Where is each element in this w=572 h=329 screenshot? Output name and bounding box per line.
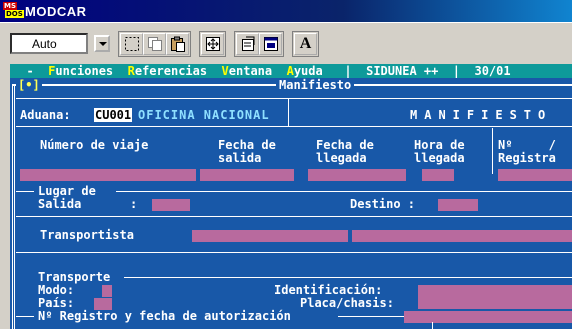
lugar-de-label: Lugar de — [38, 184, 96, 198]
aduana-code[interactable]: CU001 — [94, 108, 133, 122]
edit-button-group — [118, 30, 191, 57]
placa-chasis-field[interactable] — [404, 311, 572, 323]
registro-divider-bottom — [432, 322, 433, 329]
col-hora-llegada-line1: Hora de — [414, 138, 465, 152]
menu-item-funciones[interactable]: unciones — [55, 64, 113, 78]
col-fecha-llegada-line2: llegada — [316, 151, 367, 165]
properties-button-group — [234, 30, 284, 57]
fecha-llegada-field[interactable] — [308, 169, 406, 181]
menu-item-ayuda[interactable]: yuda — [294, 64, 323, 78]
transportista-name-field[interactable] — [352, 230, 572, 242]
pais-label: País: — [38, 296, 75, 310]
menu-hotkey-referencias[interactable]: R — [128, 64, 135, 78]
modo-label: Modo: — [38, 283, 75, 297]
col-num-registro-line1: Nº / — [498, 138, 556, 152]
salida-colon: : — [130, 197, 138, 211]
font-button[interactable]: A — [294, 32, 317, 55]
numero-viaje-field[interactable] — [20, 169, 196, 181]
salida-label: Salida — [38, 197, 82, 211]
window-title: MODCAR — [25, 3, 87, 19]
fullscreen-icon — [205, 36, 220, 51]
identificacion-label: Identificación: — [274, 283, 383, 297]
title-bar: MS DOS MODCAR — [0, 0, 572, 22]
window-marker[interactable]: [•] — [16, 78, 42, 92]
menu-item-ventana[interactable]: entana — [229, 64, 272, 78]
registro-line-right — [338, 316, 404, 317]
mark-button[interactable] — [120, 32, 143, 55]
registro-divider — [492, 128, 493, 174]
col-num-registro-line2: Registra — [498, 151, 556, 165]
fullscreen-button-group — [199, 30, 226, 57]
col-fecha-salida-line2: salida — [218, 151, 262, 165]
paste-button[interactable] — [166, 32, 189, 55]
destino-label: Destino : — [350, 197, 416, 211]
background-icon — [263, 36, 278, 51]
lugar-line-right — [116, 191, 572, 192]
font-size-select[interactable]: Auto — [10, 33, 88, 54]
terminal-screen[interactable]: - Funciones Referencias Ventana Ayuda | … — [10, 64, 572, 329]
transporte-label: Transporte — [38, 270, 111, 284]
transporte-line-right — [124, 277, 572, 278]
background-button[interactable] — [259, 32, 282, 55]
msdos-app-icon[interactable]: MS DOS — [3, 2, 24, 20]
system-name: SIDUNEA ++ — [366, 64, 439, 78]
menu-bar: - Funciones Referencias Ventana Ayuda | … — [10, 64, 572, 78]
fullscreen-button[interactable] — [201, 32, 224, 55]
document-heading: MANIFIESTO — [410, 108, 553, 122]
date-display: 30/01 — [474, 64, 511, 78]
aduana-name: OFICINA NACIONAL — [138, 108, 270, 122]
col-fecha-llegada-line1: Fecha de — [316, 138, 374, 152]
aduana-divider — [288, 98, 289, 126]
aduana-label: Aduana: — [20, 108, 71, 122]
aduana-bottom-line — [16, 126, 572, 127]
destino-field[interactable] — [438, 199, 478, 211]
lugar-line-left — [16, 191, 34, 192]
menu-item-referencias[interactable]: eferencias — [135, 64, 207, 78]
frame-title: Manifiesto — [276, 78, 355, 92]
font-size-dropdown-button[interactable] — [94, 35, 110, 52]
col-numero-viaje: Número de viaje — [40, 138, 149, 152]
identificacion-field[interactable] — [418, 285, 572, 309]
menu-hotkey-ventana[interactable]: V — [222, 64, 229, 78]
font-button-group: A — [292, 30, 319, 57]
registro-autorizacion-label: Nº Registro y fecha de autorización — [38, 309, 291, 323]
aduana-top-line — [16, 98, 572, 99]
copy-icon — [147, 36, 162, 51]
col-hora-llegada-line2: llegada — [414, 151, 465, 165]
properties-icon — [241, 36, 254, 51]
toolbar: Auto A — [0, 22, 572, 64]
hora-llegada-field[interactable] — [422, 169, 454, 181]
paste-icon — [170, 36, 185, 52]
registro-line-left — [16, 316, 34, 317]
lugar-bottom-line — [16, 216, 572, 217]
copy-button[interactable] — [143, 32, 166, 55]
placa-chasis-label: Placa/chasis: — [300, 296, 394, 310]
transportista-bottom-line — [16, 252, 572, 253]
mark-icon — [124, 36, 139, 51]
app-icon-dos-text: DOS — [5, 10, 24, 18]
modo-field[interactable] — [102, 285, 112, 297]
properties-button[interactable] — [236, 32, 259, 55]
fecha-salida-field[interactable] — [200, 169, 294, 181]
salida-field[interactable] — [152, 199, 190, 211]
num-registro-field[interactable] — [498, 169, 572, 181]
frame-left-border — [12, 84, 15, 329]
transportista-code-field[interactable] — [192, 230, 348, 242]
transportista-label: Transportista — [40, 228, 134, 242]
col-fecha-salida-line1: Fecha de — [218, 138, 276, 152]
app-icon-ms-text: MS — [3, 2, 18, 10]
menu-hotkey-ayuda[interactable]: A — [287, 64, 294, 78]
